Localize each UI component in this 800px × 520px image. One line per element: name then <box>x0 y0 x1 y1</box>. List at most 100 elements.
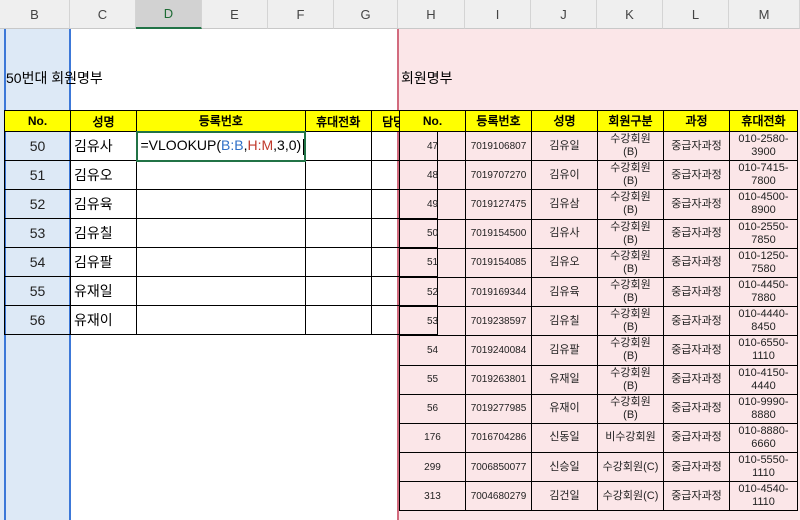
cell-course[interactable]: 중급자과정 <box>663 481 730 512</box>
cell-phone[interactable] <box>304 189 372 219</box>
cell-phone[interactable] <box>304 131 372 161</box>
cell-no[interactable]: 55 <box>399 364 466 395</box>
cell-phone[interactable]: 010-5550- 1110 <box>729 452 798 483</box>
cell-no[interactable]: 176 <box>399 422 466 454</box>
column-header-j[interactable]: J <box>531 0 597 29</box>
cell-member-type[interactable]: 수강회원 (B) <box>597 335 664 366</box>
cell-name[interactable]: 김유칠 <box>70 218 137 248</box>
cell-phone[interactable]: 010-4440- 8450 <box>729 306 798 337</box>
cell-course[interactable]: 중급자과정 <box>663 422 730 454</box>
cell-phone[interactable] <box>304 276 372 306</box>
cell-member-type[interactable]: 비수강회원 <box>597 422 664 454</box>
cell-reg-number[interactable]: 7019169344 <box>465 276 532 308</box>
cell-member-type[interactable]: 수강회원(C) <box>597 452 664 483</box>
cell-name[interactable]: 유재일 <box>70 276 137 306</box>
cell-no[interactable]: 56 <box>4 305 71 335</box>
cell-reg-number[interactable] <box>136 160 306 190</box>
cell-name[interactable]: 김유이 <box>531 160 598 191</box>
cell-no[interactable]: 51 <box>399 247 466 278</box>
cell-phone[interactable]: 010-7415- 7800 <box>729 160 798 191</box>
cell-name[interactable]: 김유삼 <box>531 189 598 220</box>
cell-name[interactable]: 김유팔 <box>531 335 598 366</box>
cell-name[interactable]: 김유팔 <box>70 247 137 277</box>
cell-phone[interactable]: 010-8880- 6660 <box>729 422 798 454</box>
cell-name[interactable]: 김유육 <box>70 189 137 219</box>
cell-member-type[interactable]: 수강회원 (B) <box>597 130 664 162</box>
cell-reg-number[interactable]: 7019263801 <box>465 364 532 395</box>
cell-name[interactable]: 유재이 <box>531 393 598 424</box>
cell-no[interactable]: 53 <box>4 218 71 248</box>
cell-phone[interactable] <box>304 160 372 190</box>
column-header-m[interactable]: M <box>729 0 800 29</box>
cell-member-type[interactable]: 수강회원 (B) <box>597 393 664 424</box>
column-header-e[interactable]: E <box>202 0 268 29</box>
cell-no[interactable]: 52 <box>4 189 71 219</box>
cell-reg-number[interactable] <box>136 276 306 306</box>
cell-course[interactable]: 중급자과정 <box>663 276 730 308</box>
cell-no[interactable]: 49 <box>399 189 466 220</box>
cell-name[interactable]: 신승일 <box>531 452 598 483</box>
cell-phone[interactable]: 010-2580- 3900 <box>729 130 798 162</box>
cell-course[interactable]: 중급자과정 <box>663 306 730 337</box>
cell-phone[interactable] <box>304 247 372 277</box>
cell-reg-number[interactable]: 7019707270 <box>465 160 532 191</box>
cell-reg-number[interactable] <box>136 189 306 219</box>
cell-phone[interactable]: 010-4450- 7880 <box>729 276 798 308</box>
cell-course[interactable]: 중급자과정 <box>663 247 730 278</box>
cell-member-type[interactable]: 수강회원 (B) <box>597 189 664 220</box>
cell-course[interactable]: 중급자과정 <box>663 160 730 191</box>
cell-name[interactable]: 김유오 <box>70 160 137 190</box>
cell-member-type[interactable]: 수강회원 (B) <box>597 306 664 337</box>
cell-course[interactable]: 중급자과정 <box>663 335 730 366</box>
cell-phone[interactable]: 010-9990- 8880 <box>729 393 798 424</box>
cell-no[interactable]: 299 <box>399 452 466 483</box>
cell-reg-number[interactable]: 7019277985 <box>465 393 532 424</box>
cell-no[interactable]: 47 <box>399 130 466 162</box>
column-header-g[interactable]: G <box>334 0 398 29</box>
cell-no[interactable]: 51 <box>4 160 71 190</box>
cell-phone[interactable] <box>304 218 372 248</box>
cell-phone[interactable]: 010-4540- 1110 <box>729 481 798 512</box>
cell-phone[interactable]: 010-1250- 7580 <box>729 247 798 278</box>
cell-phone[interactable]: 010-6550- 1110 <box>729 335 798 366</box>
cell-reg-number[interactable] <box>136 305 306 335</box>
cell-phone[interactable] <box>304 305 372 335</box>
column-header-k[interactable]: K <box>597 0 663 29</box>
cell-name[interactable]: 신동일 <box>531 422 598 454</box>
cell-no[interactable]: 313 <box>399 481 466 512</box>
column-header-i[interactable]: I <box>465 0 531 29</box>
cell-name[interactable]: 김유일 <box>531 130 598 162</box>
cell-reg-number[interactable]: 7019238597 <box>465 306 532 337</box>
column-header-b[interactable]: B <box>0 0 70 29</box>
cell-name[interactable]: 김유사 <box>70 131 137 161</box>
cell-phone[interactable]: 010-4500- 8900 <box>729 189 798 220</box>
cell-no[interactable]: 50 <box>399 218 466 249</box>
column-header-f[interactable]: F <box>268 0 334 29</box>
cell-member-type[interactable]: 수강회원 (B) <box>597 160 664 191</box>
cell-course[interactable]: 중급자과정 <box>663 189 730 220</box>
cell-phone[interactable]: 010-2550- 7850 <box>729 218 798 249</box>
cell-name[interactable]: 김유칠 <box>531 306 598 337</box>
cell-course[interactable]: 중급자과정 <box>663 218 730 249</box>
cell-member-type[interactable]: 수강회원 (B) <box>597 364 664 395</box>
cell-no[interactable]: 50 <box>4 131 71 161</box>
cell-reg-number[interactable]: 7019127475 <box>465 189 532 220</box>
cell-member-type[interactable]: 수강회원 (B) <box>597 247 664 278</box>
cell-no[interactable]: 48 <box>399 160 466 191</box>
cell-reg-number[interactable] <box>136 218 306 248</box>
active-cell-formula[interactable]: =VLOOKUP(B:B,H:M,3,0) <box>135 130 307 162</box>
column-header-c[interactable]: C <box>70 0 136 29</box>
cell-reg-number[interactable]: 7019240084 <box>465 335 532 366</box>
cell-course[interactable]: 중급자과정 <box>663 452 730 483</box>
cell-course[interactable]: 중급자과정 <box>663 364 730 395</box>
cell-reg-number[interactable]: 7019154500 <box>465 218 532 249</box>
cell-name[interactable]: 유재이 <box>70 305 137 335</box>
cell-course[interactable]: 중급자과정 <box>663 130 730 162</box>
cell-no[interactable]: 55 <box>4 276 71 306</box>
column-header-l[interactable]: L <box>663 0 729 29</box>
cell-reg-number[interactable]: 7019154085 <box>465 247 532 278</box>
cell-member-type[interactable]: 수강회원(C) <box>597 481 664 512</box>
cell-reg-number[interactable]: 7004680279 <box>465 481 532 512</box>
cell-member-type[interactable]: 수강회원 (B) <box>597 276 664 308</box>
cell-phone[interactable]: 010-4150- 4440 <box>729 364 798 395</box>
